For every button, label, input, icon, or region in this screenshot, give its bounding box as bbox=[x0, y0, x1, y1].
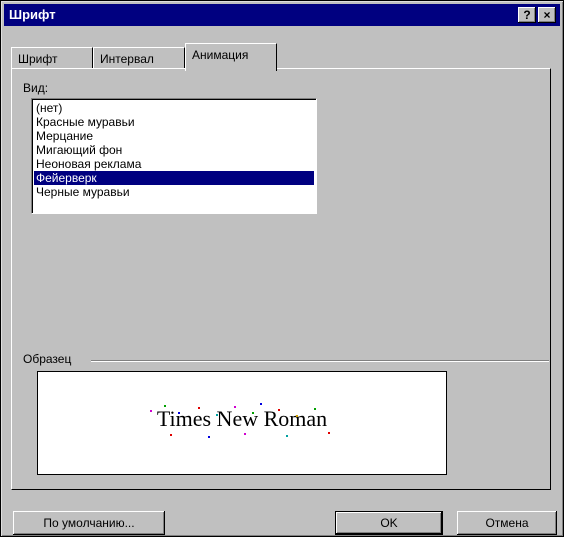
tab-bar: Шрифт Интервал Анимация bbox=[11, 43, 551, 71]
window-title: Шрифт bbox=[9, 7, 56, 22]
sample-divider bbox=[91, 360, 549, 362]
font-dialog: Шрифт ? × Шрифт Интервал Анимация Вид: (… bbox=[0, 0, 564, 537]
sample-label: Образец bbox=[23, 352, 76, 366]
default-button[interactable]: По умолчанию... bbox=[13, 511, 165, 535]
list-item-blinking-background[interactable]: Мигающий фон bbox=[34, 143, 314, 157]
list-item-fireworks[interactable]: Фейерверк bbox=[34, 171, 314, 185]
sample-text: Times New Roman bbox=[156, 406, 328, 431]
list-item-red-ants[interactable]: Красные муравьи bbox=[34, 115, 314, 129]
list-item-none[interactable]: (нет) bbox=[34, 101, 314, 115]
animation-list[interactable]: (нет) Красные муравьи Мерцание Мигающий … bbox=[31, 98, 317, 214]
animation-type-label: Вид: bbox=[23, 81, 49, 95]
sparkle bbox=[314, 408, 316, 410]
sparkle bbox=[208, 436, 210, 438]
sparkle bbox=[260, 403, 262, 405]
sparkle bbox=[170, 434, 172, 436]
sparkle bbox=[296, 415, 298, 417]
title-bar[interactable]: Шрифт ? × bbox=[4, 4, 560, 26]
sparkle bbox=[286, 435, 288, 437]
help-button[interactable]: ? bbox=[518, 7, 536, 23]
list-item-black-ants[interactable]: Черные муравьи bbox=[34, 185, 314, 199]
sparkle bbox=[244, 433, 246, 435]
tab-animation[interactable]: Анимация bbox=[185, 43, 277, 71]
cancel-button[interactable]: Отмена bbox=[457, 511, 557, 535]
list-item-neon[interactable]: Неоновая реклама bbox=[34, 157, 314, 171]
sparkle bbox=[252, 412, 254, 414]
sparkle bbox=[234, 406, 236, 408]
sparkle bbox=[216, 414, 218, 416]
sparkle bbox=[278, 409, 280, 411]
close-button[interactable]: × bbox=[538, 7, 556, 23]
sparkle bbox=[328, 432, 330, 434]
list-item-shimmer[interactable]: Мерцание bbox=[34, 129, 314, 143]
tab-interval[interactable]: Интервал bbox=[93, 47, 185, 69]
sparkle bbox=[150, 410, 152, 412]
sparkle bbox=[178, 412, 180, 414]
tab-font[interactable]: Шрифт bbox=[11, 47, 93, 69]
ok-button[interactable]: OK bbox=[335, 511, 443, 535]
sample-preview: Times New Roman bbox=[37, 371, 447, 475]
sparkle bbox=[164, 405, 166, 407]
sparkle bbox=[198, 407, 200, 409]
